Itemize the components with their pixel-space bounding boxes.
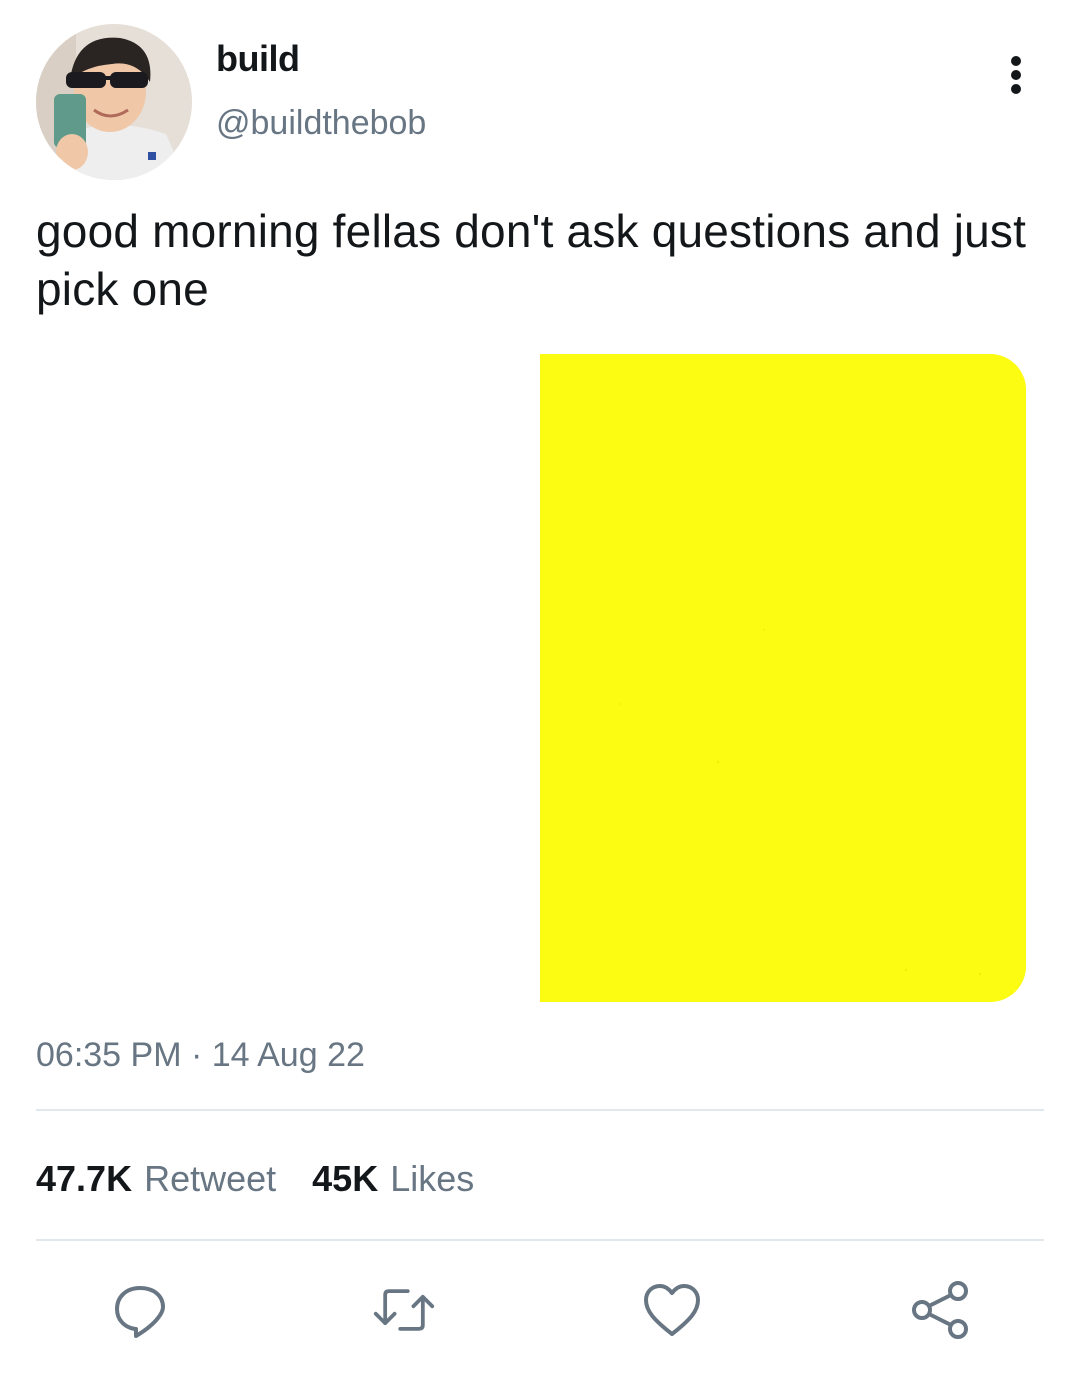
retweet-count: 47.7K xyxy=(36,1158,133,1199)
reply-icon xyxy=(115,1286,165,1338)
retweet-icon xyxy=(373,1289,435,1331)
display-name[interactable]: build xyxy=(216,38,300,80)
like-button[interactable] xyxy=(640,1278,704,1342)
user-handle[interactable]: @buildthebob xyxy=(216,104,426,143)
share-icon xyxy=(912,1281,968,1339)
tweet-media-image[interactable] xyxy=(540,354,1026,1002)
tweet-timestamp: 06:35 PM · 14 Aug 22 xyxy=(36,1036,365,1074)
share-button[interactable] xyxy=(908,1278,972,1342)
retweet-button[interactable] xyxy=(372,1278,436,1342)
like-count: 45K xyxy=(312,1158,379,1199)
like-label: Likes xyxy=(390,1158,475,1199)
avatar[interactable] xyxy=(36,24,192,180)
divider-top xyxy=(36,1109,1044,1111)
tweet-stats: 47.7K Retweet 45K Likes xyxy=(36,1158,474,1200)
reply-button[interactable] xyxy=(108,1278,172,1342)
more-vertical-icon xyxy=(1011,56,1021,94)
tweet-text: good morning fellas don't ask questions … xyxy=(36,205,1027,315)
divider-bottom xyxy=(36,1239,1044,1241)
more-options-button[interactable] xyxy=(996,50,1036,100)
retweet-label: Retweet xyxy=(144,1158,277,1199)
retweet-stat[interactable]: 47.7K Retweet xyxy=(36,1158,276,1200)
like-stat[interactable]: 45K Likes xyxy=(312,1158,474,1200)
heart-icon xyxy=(644,1284,700,1336)
